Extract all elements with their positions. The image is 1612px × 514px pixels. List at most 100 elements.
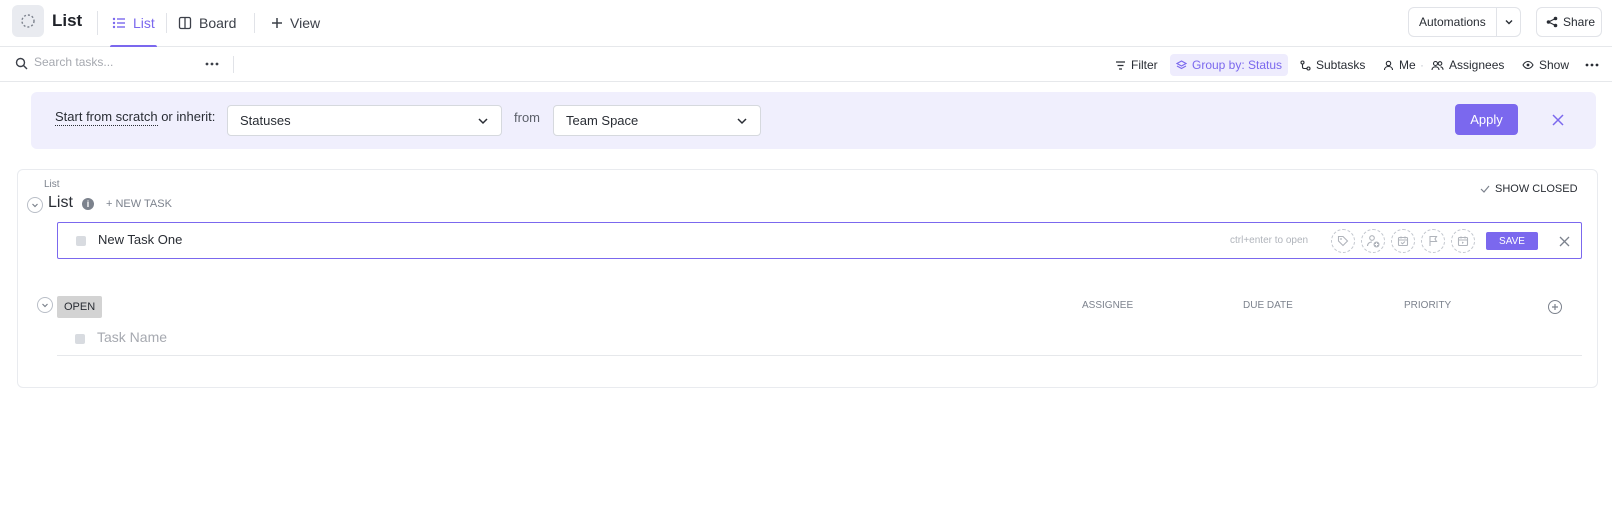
search-options-button[interactable]	[203, 54, 221, 74]
statuses-select-value: Statuses	[240, 113, 291, 128]
plus-icon	[272, 18, 282, 28]
filter-button[interactable]: Filter	[1115, 54, 1158, 76]
divider	[233, 56, 234, 73]
toolbar: Filter Group by: Status Subtasks Me · As…	[0, 47, 1612, 82]
top-header: List List Board View Automations Share	[0, 0, 1612, 47]
assignees-button[interactable]: Assignees	[1431, 54, 1504, 76]
save-task-button[interactable]: SAVE	[1486, 232, 1538, 250]
share-button[interactable]: Share	[1536, 7, 1602, 37]
close-icon	[1552, 114, 1564, 126]
filter-icon	[1116, 60, 1125, 70]
me-button[interactable]: Me	[1383, 54, 1416, 76]
show-label: Show	[1539, 58, 1570, 72]
start-date-button[interactable]	[1451, 229, 1475, 253]
divider-dot: ·	[1420, 58, 1424, 72]
add-column-button[interactable]	[1548, 300, 1562, 314]
group-by-button[interactable]: Group by: Status	[1170, 54, 1289, 76]
add-view-button[interactable]: View	[271, 0, 320, 46]
flag-icon	[1429, 235, 1438, 246]
show-closed-button[interactable]: SHOW CLOSED	[1480, 183, 1578, 195]
collapse-list-button[interactable]	[27, 197, 43, 213]
chevron-down-icon	[42, 303, 48, 308]
add-user-icon	[1366, 235, 1380, 248]
users-icon	[1431, 60, 1444, 70]
list-panel: List List i + NEW TASK SHOW CLOSED ctrl+…	[17, 169, 1598, 388]
share-icon	[1546, 16, 1558, 28]
from-label: from	[514, 110, 540, 125]
assignees-label: Assignees	[1449, 58, 1505, 72]
task-name-placeholder[interactable]: Task Name	[97, 329, 167, 345]
chevron-down-icon	[1505, 20, 1513, 25]
me-label: Me	[1399, 58, 1416, 72]
tab-list-label: List	[133, 15, 155, 31]
tag-button[interactable]	[1331, 229, 1355, 253]
check-icon	[1480, 185, 1490, 193]
due-date-button[interactable]	[1391, 229, 1415, 253]
chevron-down-icon	[32, 203, 38, 208]
divider	[254, 13, 255, 33]
divider	[166, 13, 167, 33]
new-task-input[interactable]	[98, 232, 798, 247]
banner-label: Start from scratch or inherit:	[55, 109, 216, 126]
new-task-link[interactable]: + NEW TASK	[106, 198, 172, 210]
layers-icon	[1176, 59, 1187, 69]
subtasks-button[interactable]: Subtasks	[1300, 54, 1365, 76]
subtasks-label: Subtasks	[1316, 58, 1366, 72]
close-icon	[1559, 236, 1569, 246]
list-breadcrumb: List	[44, 179, 60, 190]
tag-icon	[1337, 235, 1349, 247]
tab-list[interactable]: List	[110, 0, 157, 47]
user-icon	[1383, 60, 1394, 70]
page-title: List	[52, 11, 83, 30]
space-icon[interactable]	[12, 5, 44, 37]
more-dots-icon	[1585, 63, 1599, 67]
cancel-task-button[interactable]	[1556, 233, 1572, 249]
statuses-select[interactable]: Statuses	[227, 105, 502, 136]
show-button[interactable]: Show	[1522, 54, 1569, 76]
automations-button-group: Automations	[1408, 7, 1521, 37]
more-options-button[interactable]	[1583, 55, 1601, 75]
plus-icon	[1552, 304, 1558, 310]
space-select[interactable]: Team Space	[553, 105, 761, 136]
divider	[97, 11, 98, 35]
list-icon	[112, 17, 125, 29]
collapse-group-button[interactable]	[37, 297, 53, 313]
search-input[interactable]	[34, 55, 184, 69]
row-divider	[57, 355, 1582, 356]
chevron-down-icon	[478, 118, 488, 125]
assign-button[interactable]	[1361, 229, 1385, 253]
share-label: Share	[1563, 15, 1596, 29]
banner-label-dotted: Start from scratch	[55, 109, 158, 126]
show-closed-label: SHOW CLOSED	[1495, 183, 1578, 195]
chevron-down-icon	[737, 118, 747, 125]
automations-dropdown[interactable]	[1497, 8, 1521, 36]
open-hint: ctrl+enter to open	[1230, 235, 1309, 246]
banner-label-rest: or inherit:	[157, 109, 216, 124]
more-dots-icon	[205, 62, 219, 66]
column-header-assignee[interactable]: ASSIGNEE	[1082, 300, 1133, 311]
add-view-label: View	[290, 15, 321, 31]
subtasks-icon	[1300, 59, 1311, 71]
automations-button[interactable]: Automations	[1409, 15, 1496, 29]
new-task-row: ctrl+enter to open SAVE	[57, 222, 1582, 259]
task-status-square[interactable]	[76, 236, 86, 246]
priority-button[interactable]	[1421, 229, 1445, 253]
eye-icon	[1522, 60, 1534, 70]
apply-button[interactable]: Apply	[1455, 104, 1518, 135]
column-header-due-date[interactable]: DUE DATE	[1243, 300, 1293, 311]
calendar-icon	[1457, 236, 1469, 247]
tab-board[interactable]: Board	[178, 0, 236, 46]
banner-close-button[interactable]	[1548, 110, 1568, 130]
space-select-value: Team Space	[566, 113, 639, 128]
calendar-check-icon	[1397, 236, 1409, 247]
status-badge-open[interactable]: OPEN	[57, 296, 103, 318]
info-icon[interactable]: i	[82, 198, 94, 210]
search-icon	[15, 57, 28, 70]
group-by-label: Group by: Status	[1192, 58, 1283, 72]
list-name: List	[48, 194, 73, 211]
task-status-square[interactable]	[75, 334, 85, 344]
inherit-statuses-banner: Start from scratch or inherit: Statuses …	[31, 92, 1596, 149]
tab-board-label: Board	[199, 15, 237, 31]
filter-label: Filter	[1131, 58, 1158, 72]
column-header-priority[interactable]: PRIORITY	[1404, 300, 1451, 311]
